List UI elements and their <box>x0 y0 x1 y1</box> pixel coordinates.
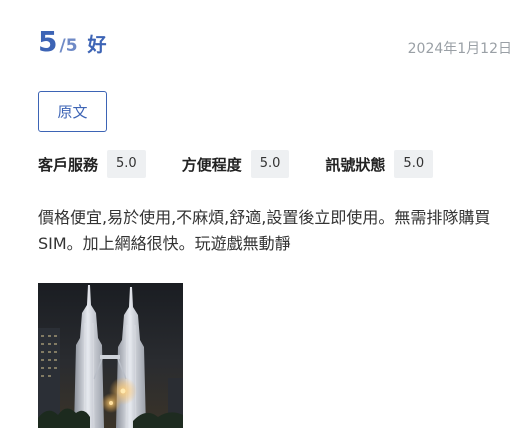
review-date: 2024年1月12日 <box>407 41 512 57</box>
score-value: 5 <box>38 25 58 58</box>
rating-value-badge: 5.0 <box>107 150 146 178</box>
score-max: 5 <box>65 36 78 56</box>
ratings-row: 客戶服務 5.0 方便程度 5.0 訊號狀態 5.0 <box>38 150 469 178</box>
review-card: 5 / 5 好 2024年1月12日 原文 客戶服務 5.0 方便程度 5.0 … <box>0 0 532 445</box>
score-word: 好 <box>87 34 107 56</box>
rating-customer-service: 客戶服務 5.0 <box>38 150 146 178</box>
review-header: 5 / 5 好 2024年1月12日 <box>38 28 512 64</box>
rating-label: 客戶服務 <box>38 155 99 174</box>
review-score: 5 / 5 好 <box>38 28 107 56</box>
review-text: 價格便宜,易於使用,不麻煩,舒適,設置後立即使用。無需排隊購買SIM。加上網絡很… <box>38 208 491 253</box>
original-text-button[interactable]: 原文 <box>38 91 107 132</box>
review-photo[interactable] <box>38 283 183 428</box>
rating-convenience: 方便程度 5.0 <box>182 150 290 178</box>
rating-label: 方便程度 <box>181 155 242 174</box>
rating-value-badge: 5.0 <box>250 150 290 178</box>
rating-value-badge: 5.0 <box>394 150 434 178</box>
rating-label: 訊號狀態 <box>325 155 386 174</box>
rating-signal: 訊號狀態 5.0 <box>325 150 434 178</box>
